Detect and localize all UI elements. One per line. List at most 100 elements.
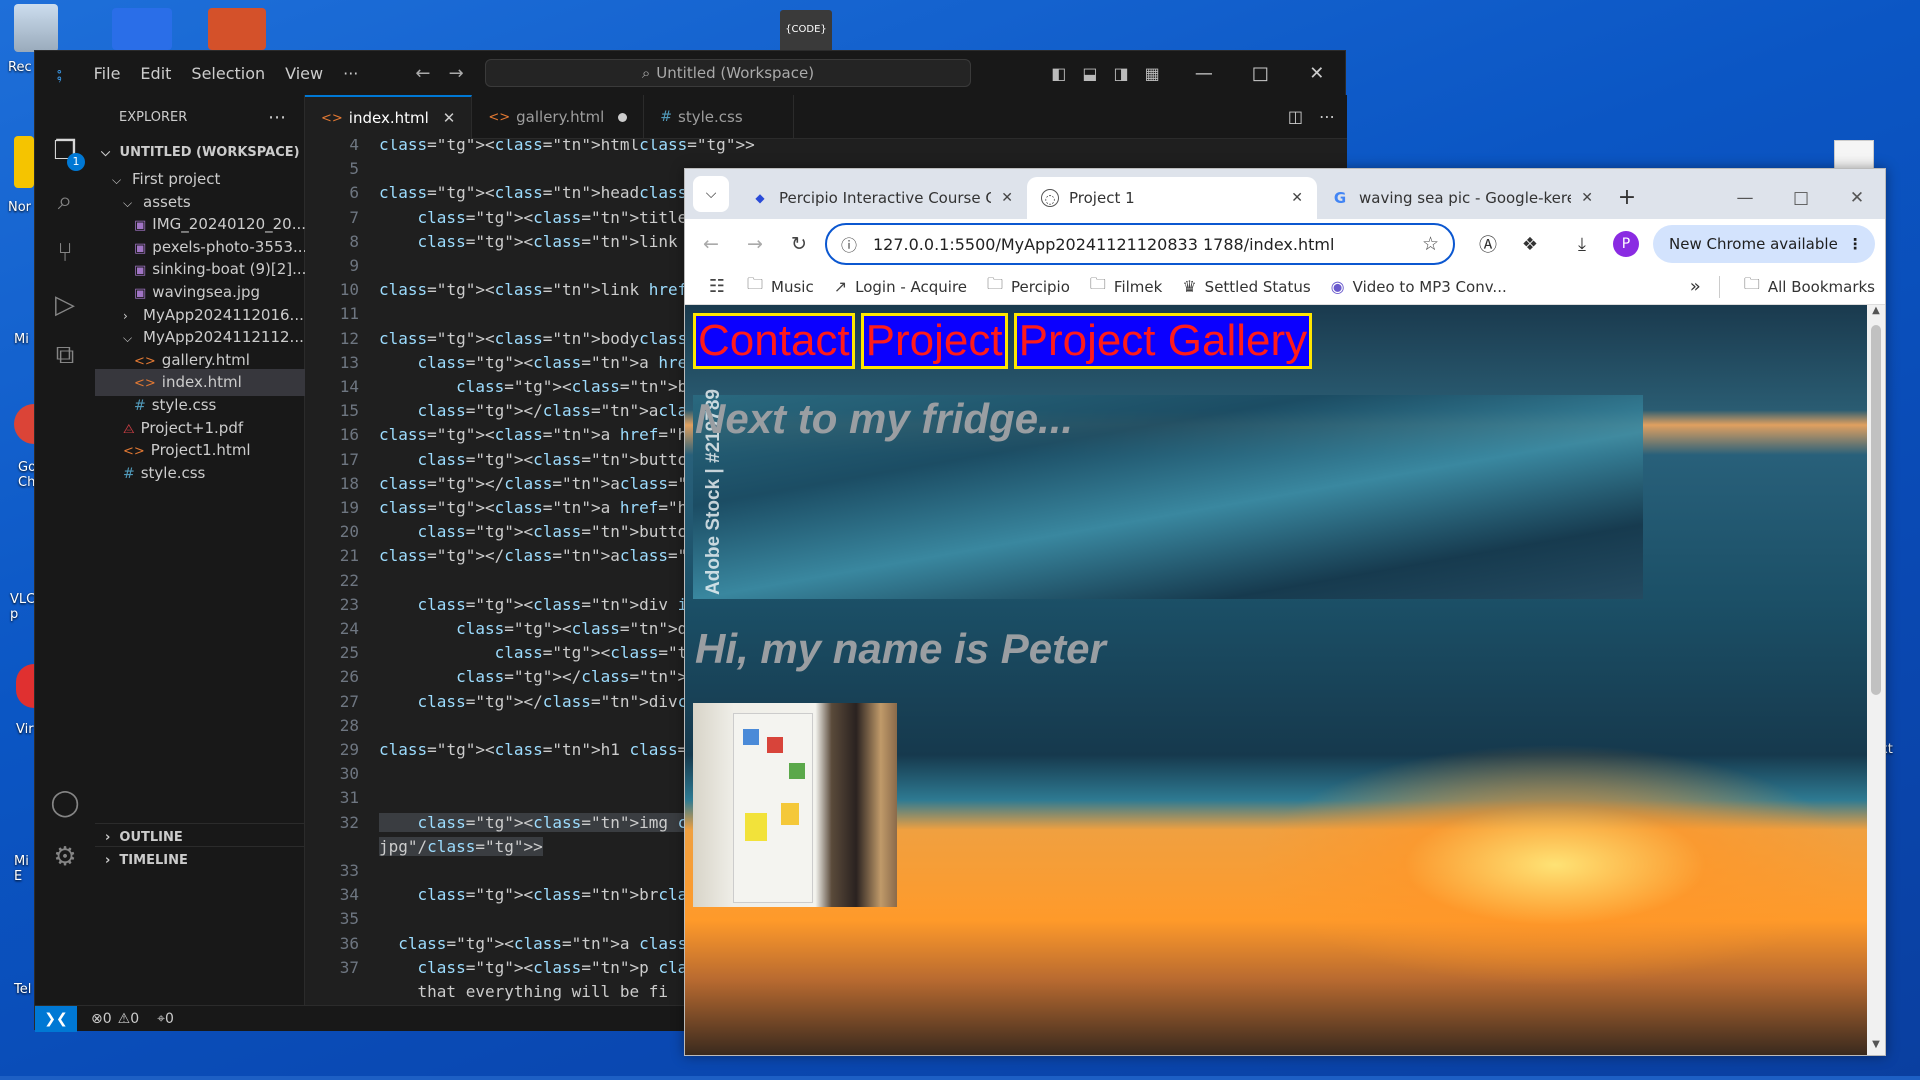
scroll-thumb[interactable]: [1871, 325, 1881, 695]
toggle-sidebar-icon[interactable]: ◧: [1043, 64, 1074, 83]
scroll-up-icon[interactable]: ▲: [1867, 305, 1885, 321]
close-icon[interactable]: ✕: [1289, 63, 1345, 84]
settings-gear-icon[interactable]: ⚙: [47, 839, 83, 875]
code-line[interactable]: 18 class="tg"></class="tn">aclass="tg">>: [305, 472, 736, 496]
close-icon[interactable]: ✕: [1291, 190, 1303, 206]
minimize-icon[interactable]: —: [1176, 63, 1232, 84]
bookmark-acquire[interactable]: ↗ Login - Acquire: [824, 277, 977, 296]
code-line[interactable]: jpg"/class="tg">>: [305, 835, 543, 859]
close-icon[interactable]: ✕: [1581, 190, 1593, 206]
code-line[interactable]: 30: [305, 762, 379, 786]
close-icon[interactable]: ✕: [1829, 188, 1885, 208]
workspace-search-label: Untitled (Workspace): [656, 64, 815, 82]
tab-index-html[interactable]: <> index.html ✕: [305, 95, 473, 139]
code-line[interactable]: 33: [305, 859, 379, 883]
minimize-icon[interactable]: —: [1717, 188, 1773, 208]
maximize-icon[interactable]: □: [1232, 63, 1288, 84]
close-icon[interactable]: ✕: [1001, 190, 1013, 206]
code-line[interactable]: 35: [305, 907, 379, 931]
code-line[interactable]: 21 class="tg"></class="tn">aclass="tg">>: [305, 544, 736, 568]
source-control-icon[interactable]: ⑂: [47, 235, 83, 271]
split-editor-icon[interactable]: ◫: [1288, 107, 1303, 126]
code-line[interactable]: 11: [305, 302, 379, 326]
forward-arrow-icon[interactable]: →: [442, 63, 471, 84]
new-tab-plus-icon[interactable]: +: [1607, 177, 1647, 219]
extensions-puzzle-icon[interactable]: ❖: [1509, 234, 1551, 255]
bookmark-percipio[interactable]: 🗀 Percipio: [977, 273, 1080, 300]
line-number: 14: [339, 377, 359, 396]
address-bar[interactable]: ⓘ 127.0.0.1:5500/MyApp20241121120833 178…: [825, 223, 1455, 265]
bookmark-music[interactable]: 🗀 Music: [737, 273, 824, 300]
code-line[interactable]: 9: [305, 254, 379, 278]
extensions-icon[interactable]: ⧉: [47, 337, 83, 373]
html-file-icon: <>: [134, 376, 156, 392]
error-icon[interactable]: ⊗: [91, 1011, 103, 1027]
back-arrow-icon[interactable]: ←: [689, 233, 733, 255]
bookmark-video-mp3[interactable]: ◉ Video to MP3 Conv...: [1321, 277, 1517, 296]
new-chrome-available-button[interactable]: New Chrome available ⋮: [1653, 225, 1875, 263]
timeline-section[interactable]: › TIMELINE: [95, 846, 305, 873]
chrome-tab-google[interactable]: G waving sea pic - Google-keresés ✕: [1317, 177, 1607, 219]
warning-icon[interactable]: ⚠: [118, 1011, 131, 1027]
code-line[interactable]: 5: [305, 157, 379, 181]
menu-more[interactable]: ···: [333, 64, 368, 83]
editor-more-icon[interactable]: ⋯: [1319, 107, 1335, 126]
close-icon[interactable]: ✕: [443, 109, 456, 127]
profile-avatar[interactable]: P: [1613, 231, 1639, 257]
code-line[interactable]: that everything will be fi: [305, 980, 668, 1004]
chrome-desktop-icon[interactable]: [14, 404, 34, 444]
media-player-icon[interactable]: [112, 8, 172, 50]
bookmark-filmek[interactable]: 🗀 Filmek: [1080, 273, 1172, 300]
run-debug-icon[interactable]: ▷: [47, 287, 83, 323]
extension-icon[interactable]: Ⓐ: [1467, 231, 1509, 257]
apps-grid-icon[interactable]: ☷: [697, 276, 737, 297]
customize-layout-icon[interactable]: ▦: [1137, 64, 1168, 83]
menu-selection[interactable]: Selection: [181, 64, 275, 83]
forward-arrow-icon[interactable]: →: [733, 233, 777, 255]
tab-style-css[interactable]: # style.css: [644, 95, 794, 139]
project-button[interactable]: Project: [860, 313, 1008, 369]
menu-edit[interactable]: Edit: [130, 64, 181, 83]
ports-icon[interactable]: ⌖: [157, 1011, 165, 1027]
recycle-bin-icon[interactable]: [14, 4, 58, 52]
toggle-panel-icon[interactable]: ⬓: [1074, 64, 1105, 83]
menu-view[interactable]: View: [275, 64, 333, 83]
explorer-files-icon[interactable]: ❐ 1: [47, 133, 85, 171]
remote-icon[interactable]: ❯❮: [35, 1005, 77, 1032]
image-file-icon: ▣: [134, 286, 147, 301]
menu-file[interactable]: File: [84, 64, 131, 83]
reload-icon[interactable]: ↻: [777, 233, 821, 255]
tree-label: IMG_20240120_20...: [152, 215, 305, 234]
explorer-more-icon[interactable]: ⋯: [268, 107, 286, 128]
tree-file[interactable]: # style.css: [95, 460, 305, 487]
vivaldi-icon[interactable]: [16, 664, 34, 708]
play-app-icon[interactable]: [208, 8, 266, 50]
search-activity-icon[interactable]: ⌕: [47, 183, 83, 219]
tab-search-chevron-icon[interactable]: ⌵: [693, 176, 729, 212]
code-line[interactable]: 22: [305, 569, 379, 593]
contact-button[interactable]: Contact: [693, 313, 855, 369]
code-line[interactable]: 31: [305, 786, 379, 810]
account-icon[interactable]: ◯: [47, 785, 83, 821]
bookmark-star-icon[interactable]: ☆: [1422, 233, 1439, 255]
code-line[interactable]: 28: [305, 714, 379, 738]
project-gallery-button[interactable]: Project Gallery: [1013, 313, 1313, 369]
maximize-icon[interactable]: □: [1773, 188, 1829, 208]
site-info-icon[interactable]: ⓘ: [841, 232, 863, 256]
bookmark-settled-status[interactable]: ♛ Settled Status: [1172, 277, 1320, 296]
code-editor-desktop-icon[interactable]: {CODE}: [780, 10, 832, 54]
back-arrow-icon[interactable]: ←: [408, 63, 437, 84]
norton-icon[interactable]: [14, 136, 34, 188]
chrome-tab-project1[interactable]: ◌ Project 1 ✕: [1027, 177, 1317, 219]
workspace-root[interactable]: ⌵ UNTITLED (WORKSPACE): [95, 139, 305, 166]
scroll-down-icon[interactable]: ▼: [1867, 1039, 1885, 1055]
tab-gallery-html[interactable]: <> gallery.html: [472, 95, 645, 139]
chrome-tab-percipio[interactable]: ◆ Percipio Interactive Course CSS ✕: [737, 177, 1027, 219]
download-icon[interactable]: ⤓: [1561, 234, 1603, 255]
bookmarks-overflow-icon[interactable]: »: [1690, 276, 1701, 297]
toggle-secondary-sidebar-icon[interactable]: ◨: [1105, 64, 1136, 83]
page-scrollbar[interactable]: ▲ ▼: [1867, 305, 1885, 1055]
code-line[interactable]: 4 class="tg"><class="tn">htmlclass="tg">>: [305, 139, 754, 157]
all-bookmarks[interactable]: 🗀 All Bookmarks: [1734, 273, 1885, 300]
command-center-search[interactable]: ⌕ Untitled (Workspace): [484, 59, 972, 87]
